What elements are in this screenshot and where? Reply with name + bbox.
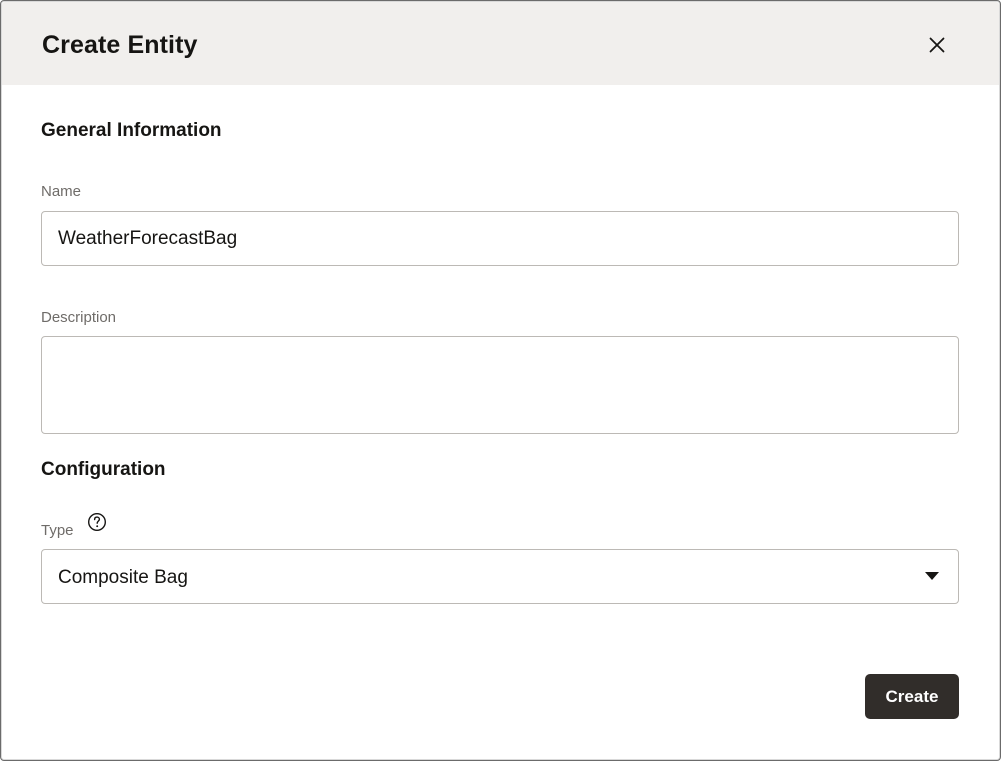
create-entity-dialog: Create Entity General Information Name D… xyxy=(0,0,1001,761)
question-circle-icon[interactable] xyxy=(87,512,107,532)
create-button[interactable]: Create xyxy=(865,674,959,719)
general-information-heading: General Information xyxy=(41,120,222,141)
dialog-title: Create Entity xyxy=(42,31,198,59)
type-label: Type xyxy=(41,522,74,539)
dialog-header: Create Entity xyxy=(2,2,999,85)
close-icon xyxy=(929,37,945,53)
type-select[interactable]: Composite Bag xyxy=(41,549,959,604)
name-input[interactable] xyxy=(41,211,959,266)
description-textarea[interactable] xyxy=(41,336,959,434)
name-label: Name xyxy=(41,183,82,200)
configuration-heading: Configuration xyxy=(41,459,166,480)
type-select-value: Composite Bag xyxy=(58,567,188,588)
description-label: Description xyxy=(41,309,117,326)
caret-down-icon xyxy=(925,572,939,580)
close-button[interactable] xyxy=(921,29,953,61)
